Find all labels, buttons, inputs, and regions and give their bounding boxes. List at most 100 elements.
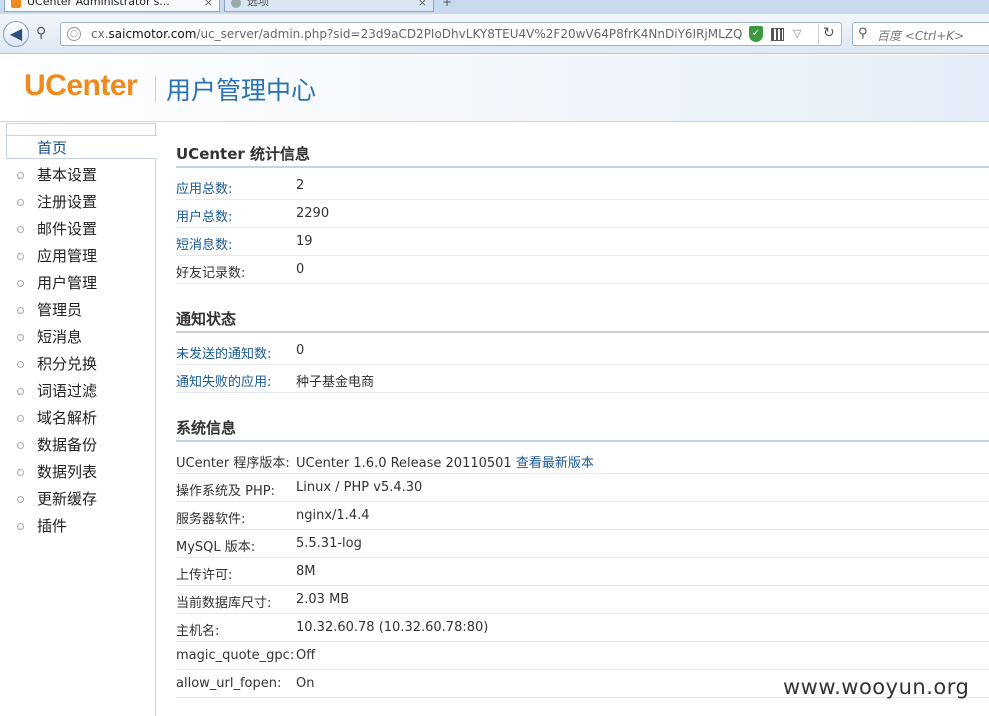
arrow-left-icon: ◀ [9, 24, 23, 43]
info-row: 操作系统及 PHP: Linux / PHP v5.4.30 [176, 474, 989, 502]
browser-tab-title: 选项 [247, 0, 269, 8]
info-label: 上传许可: [176, 568, 233, 583]
sidebar-item-label: 应用管理 [37, 247, 98, 265]
info-label: 当前数据库尺寸: [176, 596, 272, 611]
info-label: 操作系统及 PHP: [176, 484, 275, 499]
sidebar-item-word-filter[interactable]: 词语过滤 [0, 378, 156, 405]
bullet-icon [17, 280, 24, 287]
close-tab-icon[interactable]: × [418, 0, 427, 10]
url-host: saicmotor.com [108, 27, 197, 41]
bullet-icon [17, 334, 24, 341]
check-latest-version-link[interactable]: 查看最新版本 [516, 456, 594, 471]
info-value: nginx/1.4.4 [296, 508, 370, 523]
info-label[interactable]: 未发送的通知数: [176, 343, 271, 362]
watermark: www.wooyun.org [783, 675, 970, 699]
info-row: 用户总数: 2290 [176, 200, 989, 228]
section-title-stats: UCenter 统计信息 [176, 145, 311, 163]
sidebar-item-plugins[interactable]: 插件 [0, 513, 156, 540]
bullet-icon [17, 523, 24, 530]
section-title-notify: 通知状态 [176, 310, 237, 328]
ucenter-logo[interactable]: UCenter [24, 69, 138, 103]
page-header: UCenter 用户管理中心 [0, 55, 989, 122]
info-row: 好友记录数: 0 [176, 256, 989, 284]
divider [818, 24, 819, 44]
sidebar-item-label: 注册设置 [37, 193, 98, 211]
info-row: 主机名: 10.32.60.78 (10.32.60.78:80) [176, 614, 989, 642]
browser-tab-options[interactable]: 选项 × [224, 0, 434, 12]
sidebar-item-messages[interactable]: 短消息 [0, 324, 156, 351]
info-row: 未发送的通知数: 0 [176, 337, 989, 365]
sidebar-top-border [6, 123, 156, 135]
sidebar-item-label: 数据列表 [37, 463, 98, 481]
info-label: 好友记录数: [176, 266, 246, 281]
search-icon: ⚲ [858, 26, 868, 41]
info-label: allow_url_fopen: [176, 676, 282, 691]
search-input[interactable]: 百度 <Ctrl+K> [877, 27, 964, 44]
sidebar-item-label: 数据备份 [37, 436, 98, 454]
address-bar[interactable]: ○ cx.saicmotor.com/uc_server/admin.php?s… [60, 22, 842, 46]
close-tab-icon[interactable]: × [204, 0, 213, 10]
sidebar-item-label: 词语过滤 [37, 382, 98, 400]
info-label[interactable]: 短消息数: [176, 234, 232, 253]
sidebar-item-credit-exchange[interactable]: 积分兑换 [0, 351, 156, 378]
sidebar-item-label: 积分兑换 [37, 355, 98, 373]
info-row: 通知失败的应用: 种子基金电商 [176, 365, 989, 393]
sidebar-item-register-settings[interactable]: 注册设置 [0, 189, 156, 216]
sidebar-item-label: 用户管理 [37, 274, 98, 292]
info-label: UCenter 程序版本: [176, 456, 290, 471]
browser-nav-bar: ◀ ⚲ ○ cx.saicmotor.com/uc_server/admin.p… [0, 14, 989, 54]
back-button[interactable]: ◀ [3, 21, 29, 47]
page-title: 用户管理中心 [166, 76, 317, 105]
info-value: Linux / PHP v5.4.30 [296, 480, 423, 495]
sidebar-item-data-list[interactable]: 数据列表 [0, 459, 156, 486]
info-row: magic_quote_gpc: Off [176, 642, 989, 670]
sidebar-item-domain-resolve[interactable]: 域名解析 [0, 405, 156, 432]
bullet-icon [17, 388, 24, 395]
info-row: 服务器软件: nginx/1.4.4 [176, 502, 989, 530]
sidebar-item-home[interactable]: 首页 [6, 135, 157, 159]
info-row: UCenter 程序版本: UCenter 1.6.0 Release 2011… [176, 446, 989, 474]
bullet-icon [17, 199, 24, 206]
bullet-icon [17, 415, 24, 422]
bullet-icon [17, 307, 24, 314]
info-label: MySQL 版本: [176, 540, 256, 555]
info-value: 19 [296, 234, 313, 249]
info-value: 10.32.60.78 (10.32.60.78:80) [296, 620, 489, 635]
info-row: 应用总数: 2 [176, 172, 989, 200]
info-label[interactable]: 用户总数: [176, 206, 232, 225]
bullet-icon [17, 361, 24, 368]
chevron-down-icon[interactable]: ▽ [793, 27, 801, 40]
sidebar-item-update-cache[interactable]: 更新缓存 [0, 486, 156, 513]
security-shield-icon[interactable]: ✓ [749, 26, 763, 42]
sidebar-item-label: 邮件设置 [37, 220, 98, 238]
sidebar-item-label: 域名解析 [37, 409, 98, 427]
browser-tab-ucenter[interactable]: UCenter Administrator's... × [4, 0, 220, 12]
sidebar-item-user-management[interactable]: 用户管理 [0, 270, 156, 297]
info-label[interactable]: 通知失败的应用: [176, 371, 271, 390]
url-prefix: cx. [91, 27, 109, 41]
sidebar-item-administrators[interactable]: 管理员 [0, 297, 156, 324]
bullet-icon [17, 469, 24, 476]
url-text[interactable]: cx.saicmotor.com/uc_server/admin.php?sid… [91, 27, 743, 42]
info-row: 上传许可: 8M [176, 558, 989, 586]
info-label: 服务器软件: [176, 512, 246, 527]
key-icon[interactable]: ⚲ [36, 25, 46, 41]
header-divider [155, 76, 156, 102]
info-label[interactable]: 应用总数: [176, 178, 232, 197]
new-tab-button[interactable]: + [442, 0, 452, 9]
sidebar-item-mail-settings[interactable]: 邮件设置 [0, 216, 156, 243]
bullet-icon [17, 172, 24, 179]
info-row: 当前数据库尺寸: 2.03 MB [176, 586, 989, 614]
refresh-icon[interactable]: ↻ [823, 25, 835, 41]
info-value: 2 [296, 178, 305, 193]
ucenter-favicon-icon [11, 0, 21, 8]
sidebar-item-data-backup[interactable]: 数据备份 [0, 432, 156, 459]
sidebar-item-label: 更新缓存 [37, 490, 98, 508]
search-box[interactable]: ⚲ 百度 <Ctrl+K> [852, 22, 989, 46]
sidebar-item-label: 基本设置 [37, 166, 98, 184]
sidebar-item-basic-settings[interactable]: 基本设置 [0, 162, 156, 189]
sidebar-item-app-management[interactable]: 应用管理 [0, 243, 156, 270]
sidebar-item-label: 管理员 [37, 301, 83, 319]
qr-code-icon[interactable] [771, 28, 784, 41]
info-value: UCenter 1.6.0 Release 20110501 查看最新版本 [296, 452, 594, 471]
